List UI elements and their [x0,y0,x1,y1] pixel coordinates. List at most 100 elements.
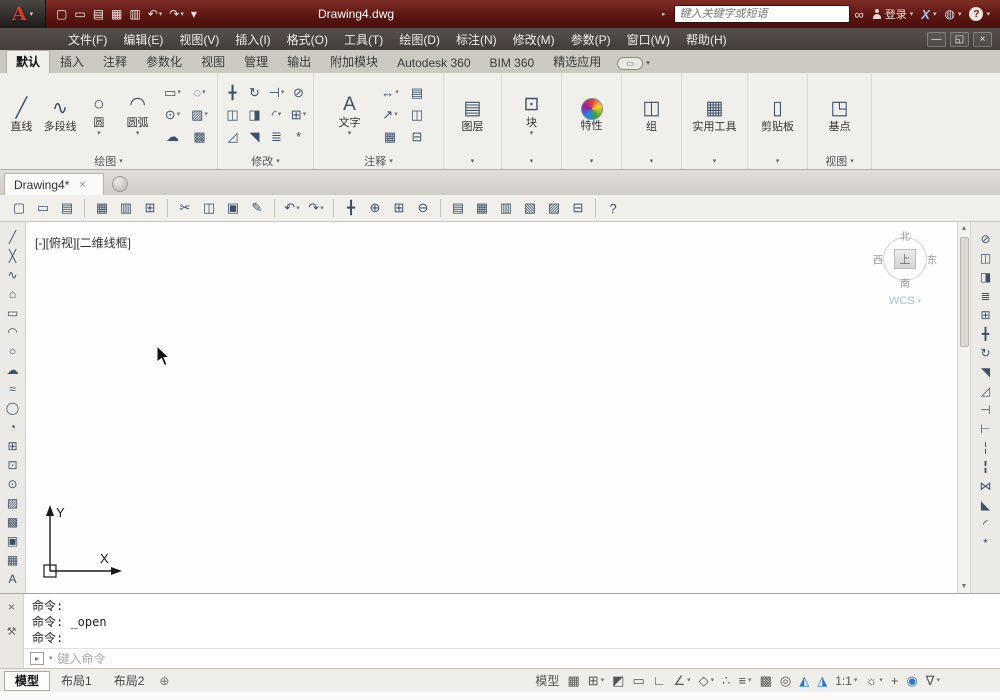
open-button[interactable]: ▭ [32,197,54,219]
markup-set-manager-button[interactable]: ▨ [543,197,565,219]
ribbon-display-toggle[interactable]: ▭ ▾ [617,57,650,70]
viewcube-east[interactable]: 东 [927,252,937,267]
viewcube-north[interactable]: 北 [900,228,910,243]
multileader-button[interactable]: ↗ ▾ [377,104,404,126]
layers-button[interactable]: ▤ 图层 [450,96,496,133]
new-layout-button[interactable]: ⊕ [155,672,173,690]
zoom-previous-button[interactable]: ⊖ [412,197,434,219]
insert-block-tool[interactable]: ⊞ [3,437,23,455]
move-tool[interactable]: ╋ [976,325,996,343]
ribbon-tab[interactable]: 附加模块 [321,51,387,73]
explode-tool[interactable]: * [976,534,996,552]
spline-tool[interactable]: ≈ [3,380,23,398]
qat-new-button[interactable]: ▢ [54,4,69,24]
circle-tool[interactable]: ○ [3,342,23,360]
help-button[interactable]: ? ▾ [969,7,990,21]
rectangle-tool[interactable]: ▭ [3,304,23,322]
construction-line-tool[interactable]: ╳ [3,247,23,265]
panel-label-modify[interactable]: 修改 ▾ [218,153,313,169]
array-button[interactable]: ⊞ ▾ [288,104,310,126]
ribbon-tab[interactable]: Autodesk 360 [388,54,479,73]
linear-dimension-button[interactable]: ↔ ▾ [377,82,404,104]
layout2-tab[interactable]: 布局2 [103,671,156,691]
lineweight-display-toggle[interactable]: ≡ ▾ [738,673,751,688]
undo-button[interactable]: ↶ ▾ [281,197,303,219]
menu-item[interactable]: 参数(P) [563,28,619,50]
properties-button[interactable]: 特性 [569,97,615,132]
search-input[interactable] [673,5,850,23]
menu-item[interactable]: 工具(T) [336,28,391,50]
cut-button[interactable]: ✂ [174,197,196,219]
match-properties-button[interactable]: ✎ [246,197,268,219]
ribbon-tab[interactable]: BIM 360 [481,54,544,73]
mirror-tool[interactable]: ◨ [976,268,996,286]
plot-preview-button[interactable]: ▥ [115,197,137,219]
restore-button[interactable]: ◱ [950,31,969,47]
scroll-up-arrow[interactable]: ▲ [961,222,968,235]
erase-button[interactable]: ⊘ [288,82,310,104]
copy-tool[interactable]: ◫ [976,249,996,267]
login-button[interactable]: 登录 ▾ [872,6,913,22]
application-menu-button[interactable]: A ▾ [0,0,46,28]
properties-palette-button[interactable]: ▤ [447,197,469,219]
design-center-button[interactable]: ▦ [471,197,493,219]
array-tool[interactable]: ⊞ [976,306,996,324]
polygon-tool[interactable]: ⌂ [3,285,23,303]
qat-customize-button[interactable]: ▾ [189,4,199,24]
plot-button[interactable]: ▦ [91,197,113,219]
minimize-button[interactable]: — [927,31,946,47]
point-button[interactable]: ⊙ ▾ [159,104,186,126]
wcs-dropdown[interactable]: WCS ▾ [873,295,937,307]
stretch-button[interactable]: ◿ [222,126,244,148]
panel-label-layers[interactable]: ▾ [444,153,501,169]
panel-label-clipboard[interactable]: ▾ [748,153,807,169]
move-button[interactable]: ╋ [222,82,244,104]
qat-redo-button[interactable]: ↷ ▾ [167,4,186,24]
ortho-mode-toggle[interactable]: ∟ [653,673,666,688]
qat-preview-button[interactable]: ▥ [127,4,142,24]
utilities-button[interactable]: ▦ 实用工具 [692,96,738,133]
redo-button[interactable]: ↷ ▾ [305,197,327,219]
menu-item[interactable]: 窗口(W) [619,28,678,50]
scroll-down-arrow[interactable]: ▼ [961,580,968,593]
menu-item[interactable]: 修改(M) [505,28,563,50]
object-snap-toggle[interactable]: ◇ ▾ [699,673,715,689]
ellipse-button[interactable]: ◌ ▾ [186,82,213,104]
panel-label-block[interactable]: ▾ [502,153,561,169]
transparency-toggle[interactable]: ▩ [760,673,772,689]
multiline-text-tool[interactable]: A [3,570,23,588]
circle-button[interactable]: ○ 圆 ▾ [82,92,117,138]
publish-button[interactable]: ⊞ [139,197,161,219]
join-tool[interactable]: ⋈ [976,477,996,495]
menu-item[interactable]: 文件(F) [60,28,115,50]
qat-save-button[interactable]: ▤ [91,4,106,24]
line-button[interactable]: ╱ 直线 [4,96,39,133]
polar-tracking-toggle[interactable]: ∠ ▾ [673,673,690,689]
menu-item[interactable]: 帮助(H) [678,28,735,50]
panel-label-view[interactable]: 视图 ▾ [808,153,871,169]
viewcube-west[interactable]: 西 [873,252,883,267]
menu-item[interactable]: 绘图(D) [391,28,448,50]
new-button[interactable]: ▢ [8,197,30,219]
panel-label-properties[interactable]: ▾ [562,153,621,169]
table-tool[interactable]: ▦ [3,551,23,569]
hatch-tool[interactable]: ▨ [3,494,23,512]
annotation-monitor-button[interactable]: + [891,673,899,688]
menu-item[interactable]: 标注(N) [448,28,505,50]
offset-button[interactable]: ≣ [266,126,288,148]
chamfer-tool[interactable]: ◣ [976,496,996,514]
arc-button[interactable]: ◠ 圆弧 ▾ [120,92,155,137]
command-close-button[interactable]: × [8,600,15,614]
chevron-down-icon[interactable]: ▾ [49,655,53,662]
dynamic-input-toggle[interactable]: ▭ [632,673,644,689]
ribbon-tab[interactable]: 插入 [51,51,93,73]
line-tool[interactable]: ╱ [3,228,23,246]
offset-tool[interactable]: ≣ [976,287,996,305]
group-button[interactable]: ◫ 组 [629,96,675,133]
arc-tool[interactable]: ◠ [3,323,23,341]
explode-button[interactable]: * [288,126,310,148]
viewcube-top-face[interactable]: 上 [894,249,916,269]
paste-button[interactable]: ▣ [222,197,244,219]
erase-tool[interactable]: ⊘ [976,230,996,248]
workspace-switching-button[interactable]: ☼ ▾ [865,673,882,688]
